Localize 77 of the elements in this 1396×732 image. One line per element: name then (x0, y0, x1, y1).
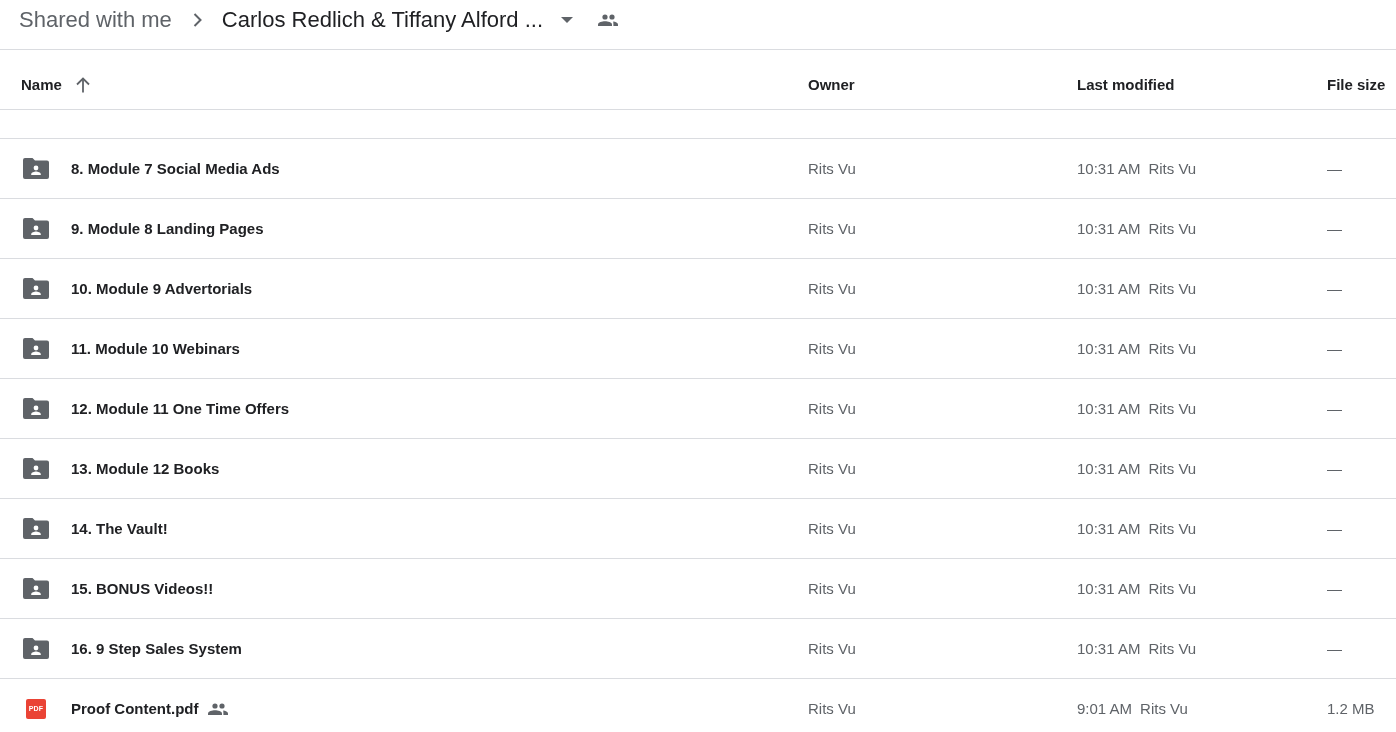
file-name: 11. Module 10 Webinars (71, 340, 240, 357)
file-size: — (1327, 279, 1342, 297)
modified-time: 10:31 AM (1077, 400, 1141, 417)
file-row[interactable]: 10. Module 9 Advertorials Rits Vu 10:31 AM Rits Vu — (0, 259, 1396, 319)
shared-folder-icon (23, 338, 49, 359)
file-name: Proof Content.pdf (71, 700, 199, 717)
modified-time: 9:01 AM (1077, 700, 1133, 717)
file-row[interactable]: 11. Module 10 Webinars Rits Vu 10:31 AM Rits Vu — (0, 319, 1396, 379)
shared-folder-icon (23, 458, 49, 479)
modified-by: Rits Vu (1148, 400, 1197, 417)
file-size: — (1327, 399, 1342, 417)
modified-by: Rits Vu (1148, 280, 1197, 297)
shared-folder-icon (23, 638, 49, 659)
shared-folder-icon (23, 278, 49, 299)
file-size: — (1327, 219, 1342, 237)
folder-title-button[interactable]: Carlos Redlich & Tiffany Alford ... (221, 6, 574, 33)
file-size: — (1327, 639, 1342, 657)
file-name: 10. Module 9 Advertorials (71, 280, 253, 297)
file-row[interactable]: 15. BONUS Videos!! Rits Vu 10:31 AM Rits Vu — (0, 559, 1396, 619)
file-row[interactable]: 14. The Vault! Rits Vu 10:31 AM Rits Vu — (0, 499, 1396, 559)
modified-by: Rits Vu (1148, 340, 1197, 357)
modified-by: Rits Vu (1148, 460, 1197, 477)
file-name: 13. Module 12 Books (71, 460, 220, 477)
modified-by: Rits Vu (1148, 520, 1197, 537)
owner-name: Rits Vu (808, 460, 856, 477)
modified-by: Rits Vu (1140, 700, 1188, 717)
file-size: 1.2 MB (1327, 699, 1375, 717)
file-name: 15. BONUS Videos!! (71, 580, 214, 597)
owner-name: Rits Vu (808, 640, 856, 657)
shared-folder-icon (23, 158, 49, 179)
modified-time: 10:31 AM (1077, 460, 1141, 477)
shared-folder-icon (23, 578, 49, 599)
arrow-up-icon[interactable] (75, 76, 90, 93)
modified-by: Rits Vu (1148, 580, 1197, 597)
file-name: 9. Module 8 Landing Pages (71, 220, 264, 237)
file-row[interactable]: 8. Module 7 Social Media Ads Rits Vu 10:31 AM Rits Vu — (0, 139, 1396, 199)
owner-name: Rits Vu (808, 280, 856, 297)
shared-folder-icon (23, 518, 49, 539)
owner-name: Rits Vu (808, 580, 856, 597)
file-size: — (1327, 339, 1342, 357)
modified-time: 10:31 AM (1077, 160, 1141, 177)
modified-time: 10:31 AM (1077, 640, 1141, 657)
chevron-right-icon (192, 12, 202, 27)
owner-name: Rits Vu (808, 340, 856, 357)
breadcrumb-link[interactable]: Shared with me (19, 6, 172, 33)
column-header[interactable]: File size (1327, 76, 1386, 93)
owner-name: Rits Vu (808, 160, 856, 177)
modified-by: Rits Vu (1148, 220, 1197, 237)
modified-by: Rits Vu (1148, 640, 1197, 657)
file-name: 12. Module 11 One Time Offers (71, 400, 290, 417)
file-name: 8. Module 7 Social Media Ads (71, 160, 280, 177)
file-row[interactable]: 9. Module 8 Landing Pages Rits Vu 10:31 AM Rits Vu — (0, 199, 1396, 259)
modified-time: 10:31 AM (1077, 580, 1141, 597)
shared-folder-icon (23, 218, 49, 239)
file-size: — (1327, 579, 1342, 597)
shared-folder-icon (23, 398, 49, 419)
file-name: 14. The Vault! (71, 520, 168, 537)
file-row[interactable]: 12. Module 11 One Time Offers Rits Vu 10:31 AM Rits Vu — (0, 379, 1396, 439)
caret-down-icon (561, 16, 574, 23)
file-size: — (1327, 519, 1342, 537)
modified-time: 10:31 AM (1077, 520, 1141, 537)
modified-time: 10:31 AM (1077, 220, 1141, 237)
column-header[interactable]: Name (21, 76, 62, 93)
file-row[interactable]: 16. 9 Step Sales System Rits Vu 10:31 AM Rits Vu — (0, 619, 1396, 679)
modified-time: 10:31 AM (1077, 280, 1141, 297)
file-name: 16. 9 Step Sales System (71, 640, 242, 657)
column-header[interactable]: Owner (808, 76, 855, 93)
file-size: — (1327, 459, 1342, 477)
owner-name: Rits Vu (808, 700, 856, 717)
file-row[interactable]: 13. Module 12 Books Rits Vu 10:31 AM Rits Vu — (0, 439, 1396, 499)
file-size: — (1327, 159, 1342, 177)
owner-name: Rits Vu (808, 400, 856, 417)
owner-name: Rits Vu (808, 220, 856, 237)
owner-name: Rits Vu (808, 520, 856, 537)
modified-by: Rits Vu (1148, 160, 1197, 177)
column-header[interactable]: Last modified (1077, 76, 1175, 93)
modified-time: 10:31 AM (1077, 340, 1141, 357)
